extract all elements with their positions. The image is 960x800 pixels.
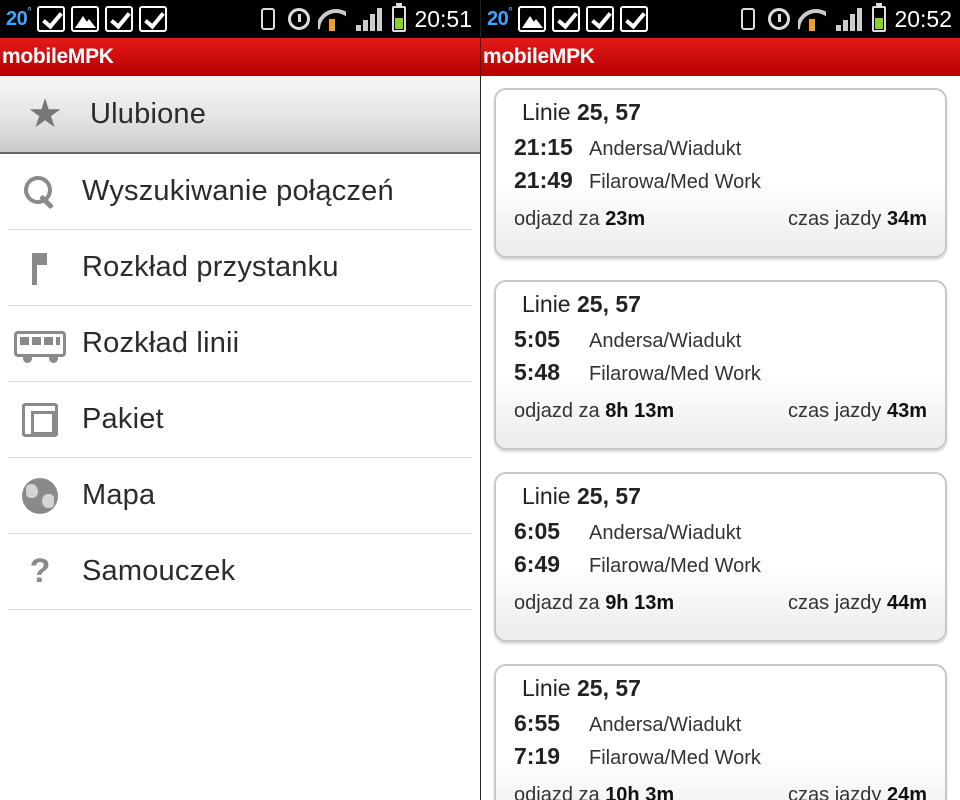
menu-item-pakiet[interactable]: Pakiet [8, 382, 472, 458]
wifi-icon [798, 7, 826, 31]
card-title: Linie 25, 57 [522, 291, 641, 317]
vibrate-icon [741, 8, 756, 30]
screen-favorites: 20° 20:52 mobileMPK Linie 25, 57 21:15 An… [480, 0, 960, 800]
clock: 20:52 [894, 5, 952, 32]
flag-icon [8, 251, 72, 285]
menu-item-label: Rozkład linii [82, 327, 240, 359]
travel-duration: czas jazdy 24m [788, 784, 927, 800]
menu-item-label: Mapa [82, 479, 156, 511]
arrival-row: 7:19 Filarowa/Med Work [514, 743, 761, 769]
battery-icon [872, 3, 887, 32]
departure-in: odjazd za 8h 13m [514, 400, 675, 422]
menu-item-label: Samouczek [82, 555, 236, 587]
card-footer: odjazd za 9h 13m czas jazdy 44m [514, 592, 927, 615]
menu-item-rozklad-linii[interactable]: Rozkład linii [8, 306, 472, 382]
vibrate-icon [261, 8, 276, 30]
departure-row: 6:55 Andersa/Wiadukt [514, 710, 742, 736]
departure-row: 5:05 Andersa/Wiadukt [514, 326, 742, 352]
arrival-row: 21:49 Filarowa/Med Work [514, 167, 761, 193]
card-title: Linie 25, 57 [522, 675, 641, 701]
card-footer: odjazd za 10h 3m czas jazdy 24m [514, 784, 927, 800]
menu-item-mapa[interactable]: Mapa [8, 458, 472, 534]
help-icon: ? [29, 552, 51, 590]
departure-in: odjazd za 23m [514, 208, 646, 230]
signal-icon [354, 7, 384, 31]
card-title: Linie 25, 57 [522, 99, 641, 125]
screen-menu: 20° 20:51 mobileMPK ★ Ulubione Wyszukiwa… [0, 0, 480, 800]
favorite-connections-list: Linie 25, 57 21:15 Andersa/Wiadukt 21:49 F… [481, 76, 960, 800]
signal-icon [834, 7, 864, 31]
weather-temperature: 20° [6, 5, 32, 30]
menu-item-ulubione[interactable]: ★ Ulubione [0, 76, 480, 154]
checkbox-notification-icon [586, 6, 615, 32]
image-notification-icon [71, 6, 100, 32]
arrival-row: 5:48 Filarowa/Med Work [514, 359, 761, 385]
menu-item-rozklad-przystanku[interactable]: Rozkład przystanku [8, 230, 472, 306]
menu-item-label: Rozkład przystanku [82, 251, 339, 283]
departure-row: 6:05 Andersa/Wiadukt [514, 518, 742, 544]
image-notification-icon [518, 6, 547, 32]
app-title: mobileMPK [0, 38, 480, 76]
menu-item-label: Wyszukiwanie połączeń [82, 175, 394, 207]
travel-duration: czas jazdy 44m [788, 592, 927, 614]
menu-item-samouczek[interactable]: ? Samouczek [8, 534, 472, 610]
weather-temperature: 20° [487, 5, 513, 30]
card-footer: odjazd za 8h 13m czas jazdy 43m [514, 400, 927, 423]
bus-icon [8, 330, 72, 363]
checkbox-notification-icon [37, 6, 66, 32]
card-title: Linie 25, 57 [522, 483, 641, 509]
connection-card[interactable]: Linie 25, 57 6:55 Andersa/Wiadukt 7:19 Fil… [494, 664, 947, 800]
status-bar: 20° 20:51 [0, 0, 480, 38]
menu-item-wyszukiwanie[interactable]: Wyszukiwanie połączeń [8, 154, 472, 230]
departure-row: 21:15 Andersa/Wiadukt [514, 134, 742, 160]
connection-card[interactable]: Linie 25, 57 21:15 Andersa/Wiadukt 21:49 F… [494, 88, 947, 258]
battery-icon [392, 3, 407, 32]
departure-in: odjazd za 9h 13m [514, 592, 675, 614]
status-bar: 20° 20:52 [481, 0, 960, 38]
card-footer: odjazd za 23m czas jazdy 34m [514, 208, 927, 231]
checkbox-notification-icon [552, 6, 581, 32]
wifi-icon [318, 7, 346, 31]
star-icon: ★ [27, 92, 63, 136]
alarm-icon [768, 8, 791, 30]
menu-item-label: Pakiet [82, 403, 164, 435]
connection-card[interactable]: Linie 25, 57 5:05 Andersa/Wiadukt 5:48 Fil… [494, 280, 947, 450]
travel-duration: czas jazdy 34m [788, 208, 927, 230]
checkbox-notification-icon [105, 6, 134, 32]
main-menu: ★ Ulubione Wyszukiwanie połączeń Rozkład… [0, 76, 480, 610]
departure-in: odjazd za 10h 3m [514, 784, 675, 800]
travel-duration: czas jazdy 43m [788, 400, 927, 422]
menu-item-label: Ulubione [90, 97, 207, 130]
checkbox-notification-icon [620, 6, 649, 32]
app-title: mobileMPK [481, 38, 960, 76]
search-icon [8, 174, 72, 210]
package-icon [8, 402, 72, 437]
checkbox-notification-icon [139, 6, 168, 32]
globe-icon [8, 477, 72, 514]
arrival-row: 6:49 Filarowa/Med Work [514, 551, 761, 577]
clock: 20:51 [414, 5, 472, 32]
alarm-icon [288, 8, 311, 30]
connection-card[interactable]: Linie 25, 57 6:05 Andersa/Wiadukt 6:49 Fil… [494, 472, 947, 642]
